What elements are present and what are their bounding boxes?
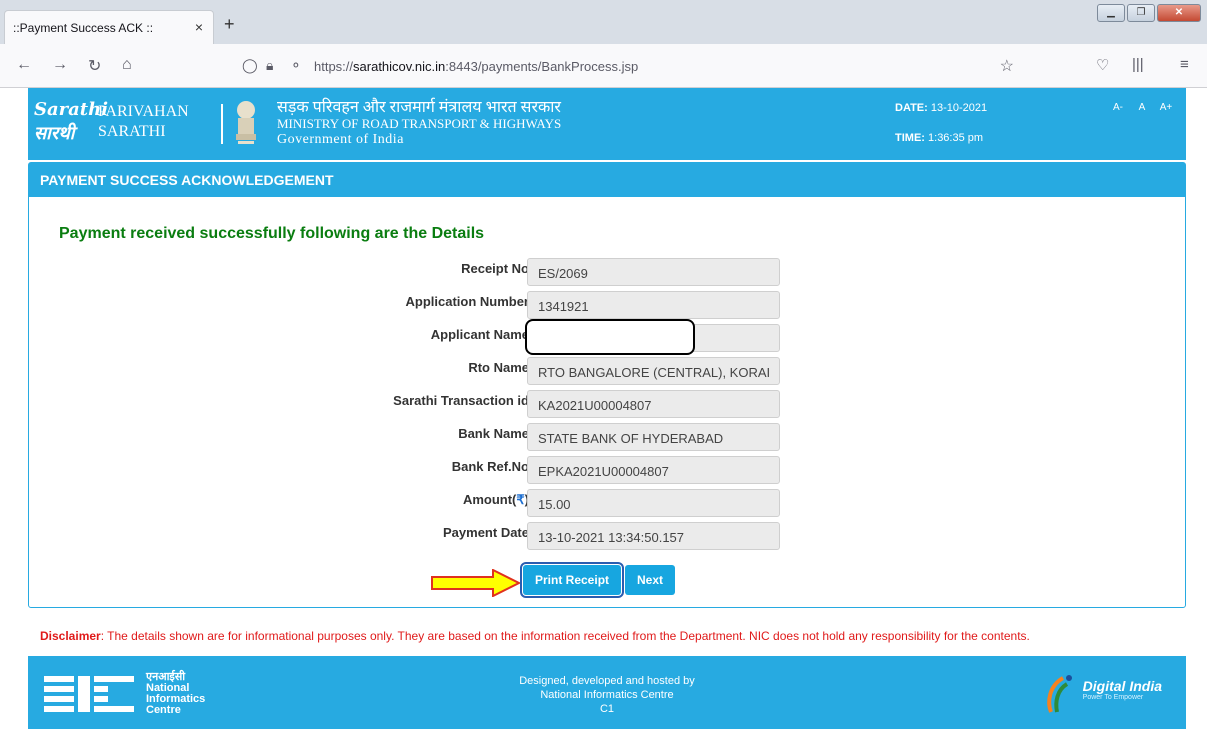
field-label: Applicant Name	[430, 327, 529, 342]
browser-tab[interactable]: ::Payment Success ACK :: ×	[4, 10, 214, 44]
lock-icon[interactable]: 🔒︎	[266, 57, 273, 74]
field-transaction-id: Sarathi Transaction id KA2021U00004807	[29, 390, 829, 420]
font-decrease-button[interactable]: A-	[1108, 100, 1128, 116]
site-header: Sarathi सारथी PARIVAHAN SARATHI सड़क परि…	[28, 88, 1186, 160]
reload-icon[interactable]: ↻	[88, 56, 101, 76]
digital-india-logo: Digital India Power To Empower	[1046, 675, 1162, 713]
date-display: DATE: 13-10-2021	[895, 102, 988, 114]
browser-titlebar: ::Payment Success ACK :: × + ▁ ❐ ✕	[0, 0, 1207, 44]
success-message: Payment received successfully following …	[59, 225, 485, 242]
field-label: Bank Ref.No	[451, 459, 529, 474]
digital-india-icon	[1046, 675, 1072, 713]
forward-icon[interactable]: →	[52, 56, 68, 74]
field-value: RTO BANGALORE (CENTRAL), KORAI	[527, 357, 780, 385]
library-icon[interactable]: |||	[1132, 56, 1144, 73]
redaction-box	[525, 319, 695, 355]
site-footer: एनआईसी National Informatics Centre Desig…	[28, 656, 1186, 729]
field-payment-date: Payment Date 13-10-2021 13:34:50.157	[29, 522, 829, 552]
back-icon[interactable]: ←	[16, 56, 32, 74]
field-value: KA2021U00004807	[527, 390, 780, 418]
field-receipt-no: Receipt No ES/2069	[29, 258, 829, 288]
browser-navbar: ← → ↻ ⌂ ◯ 🔒︎ ⚬ https://sarathicov.nic.in…	[0, 44, 1207, 88]
field-value: EPKA2021U00004807	[527, 456, 780, 484]
acknowledgement-panel: PAYMENT SUCCESS ACKNOWLEDGEMENT Payment …	[28, 162, 1186, 608]
time-display: TIME: 1:36:35 pm	[895, 132, 984, 144]
field-label: Amount(₹)	[462, 492, 529, 507]
brand-name: PARIVAHAN SARATHI	[98, 103, 189, 140]
tab-close-icon[interactable]: ×	[195, 19, 203, 35]
disclaimer: Disclaimer: The details shown are for in…	[40, 629, 1030, 643]
rupee-icon: ₹	[516, 492, 525, 507]
field-applicant-name: Applicant Name	[29, 319, 829, 355]
home-icon[interactable]: ⌂	[122, 56, 132, 74]
menu-icon[interactable]: ≡	[1180, 56, 1189, 73]
minimize-icon[interactable]: ▁	[1097, 4, 1125, 22]
bookmark-star-icon[interactable]: ☆	[1000, 56, 1014, 76]
footer-credits: Designed, developed and hosted by Nation…	[519, 675, 695, 715]
arrow-right-icon	[431, 569, 521, 597]
close-window-icon[interactable]: ✕	[1157, 4, 1201, 22]
field-bank-name: Bank Name STATE BANK OF HYDERABAD	[29, 423, 829, 453]
field-label: Rto Name	[468, 360, 529, 375]
field-value: STATE BANK OF HYDERABAD	[527, 423, 780, 451]
field-label: Sarathi Transaction id	[393, 393, 529, 408]
field-label: Receipt No	[461, 261, 529, 276]
window-controls: ▁ ❐ ✕	[1097, 4, 1201, 22]
panel-heading: PAYMENT SUCCESS ACKNOWLEDGEMENT	[29, 163, 1185, 197]
print-receipt-button[interactable]: Print Receipt	[519, 562, 625, 598]
field-value: 13-10-2021 13:34:50.157	[527, 522, 780, 550]
new-tab-icon[interactable]: +	[224, 14, 235, 35]
tab-title: ::Payment Success ACK ::	[13, 21, 154, 35]
field-rto-name: Rto Name RTO BANGALORE (CENTRAL), KORAI	[29, 357, 829, 387]
field-value: ES/2069	[527, 258, 780, 286]
field-label: Bank Name	[458, 426, 529, 441]
ministry-name: सड़क परिवहन और राजमार्ग मंत्रालय भारत सर…	[277, 99, 562, 148]
font-size-controls: A- A A+	[1108, 100, 1176, 116]
header-divider	[221, 104, 223, 144]
field-value: 15.00	[527, 489, 780, 517]
font-increase-button[interactable]: A+	[1156, 100, 1176, 116]
sarathi-logo: Sarathi सारथी	[34, 99, 109, 144]
field-value: 1341921	[527, 291, 780, 319]
national-emblem-icon	[236, 101, 256, 144]
field-application-number: Application Number 1341921	[29, 291, 829, 321]
next-button[interactable]: Next	[625, 565, 676, 595]
permissions-icon[interactable]: ⚬	[290, 57, 302, 74]
field-bank-ref-no: Bank Ref.No EPKA2021U00004807	[29, 456, 829, 486]
shield-icon[interactable]: ◯	[242, 57, 258, 74]
pocket-icon[interactable]: ♡	[1096, 56, 1109, 74]
field-label: Payment Date	[443, 525, 529, 540]
field-label: Application Number	[405, 294, 529, 309]
maximize-icon[interactable]: ❐	[1127, 4, 1155, 22]
address-bar[interactable]: ◯ 🔒︎ ⚬ https://sarathicov.nic.in:8443/pa…	[230, 51, 1020, 81]
action-buttons: Print Receipt Next	[519, 562, 676, 598]
font-normal-button[interactable]: A	[1132, 100, 1152, 116]
url-text[interactable]: https://sarathicov.nic.in:8443/payments/…	[314, 59, 638, 74]
field-amount: Amount(₹) 15.00	[29, 489, 829, 519]
